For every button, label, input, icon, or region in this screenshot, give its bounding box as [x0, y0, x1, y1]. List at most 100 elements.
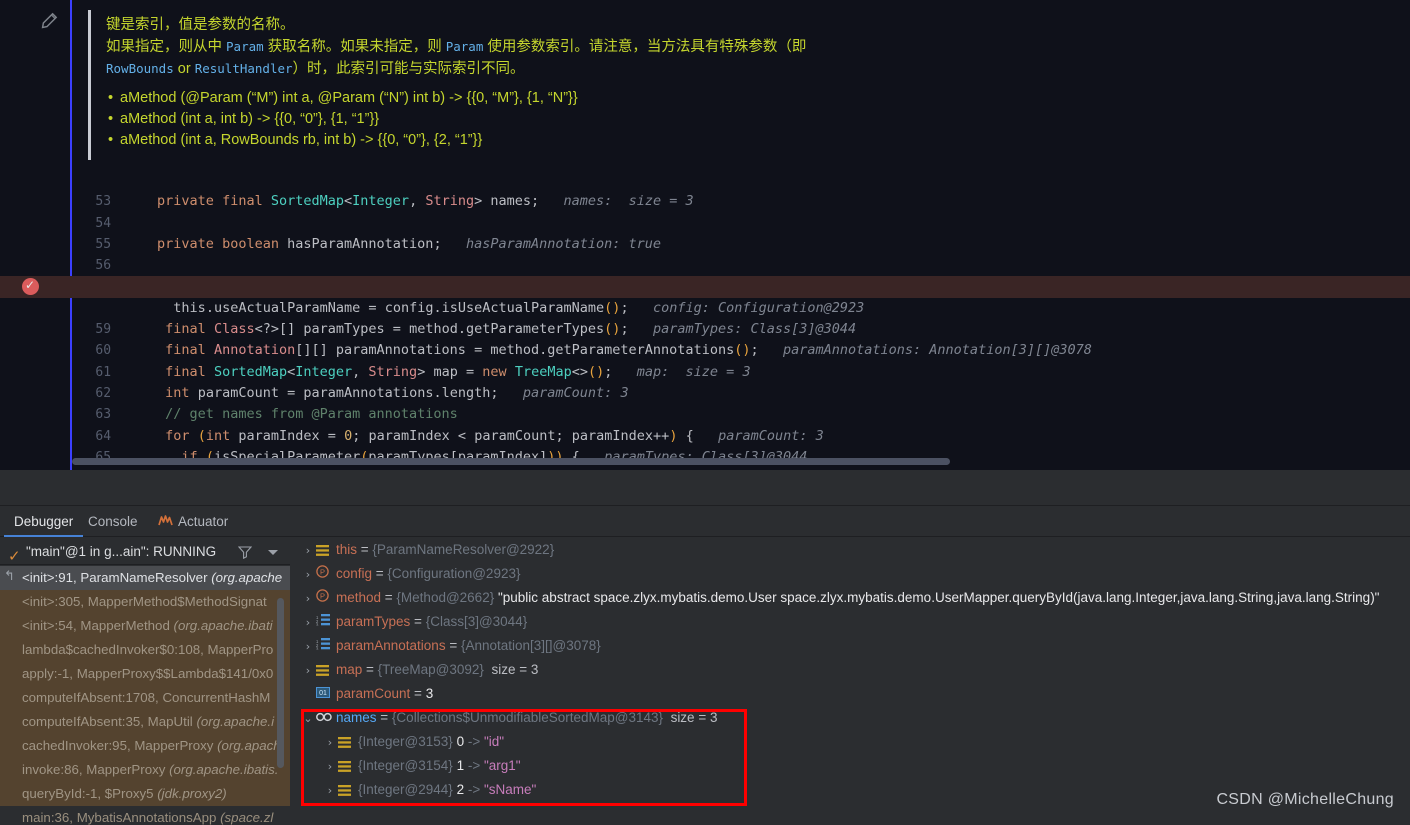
tab-debugger-label: Debugger [14, 514, 74, 529]
tab-console-label: Console [88, 514, 138, 529]
entry-value: "sName" [483, 782, 537, 797]
equals: = [445, 638, 461, 653]
variable-row-paramannotations[interactable]: › 1 2 3 paramAnnotations = {Annotation[3][]@… [290, 634, 1410, 658]
stack-frame-text: <init>:305, MapperMethod$MethodSignat [22, 594, 267, 609]
variable-row-paramtypes[interactable]: › 1 2 3 paramTypes = {Class[3]@3044} [290, 610, 1410, 634]
variable-row-map[interactable]: › map = {TreeMap@3092} size = 3 [290, 658, 1410, 682]
pencil-icon[interactable] [40, 12, 58, 30]
variables-pane[interactable]: › this = {ParamNameResolver@2922} › Pconfi… [290, 538, 1410, 825]
tab-debugger[interactable]: Debugger [4, 506, 84, 537]
filter-icon[interactable] [238, 545, 252, 559]
code-line-56[interactable]: 56 [0, 234, 1410, 273]
call-stack-list[interactable]: ↰ <init>:91, ParamNameResolver (org.apach… [0, 566, 290, 825]
javadoc-line-3: RowBounds or ResultHandler）时，此索引可能与实际索引不… [106, 58, 1066, 80]
chevron-right-icon[interactable]: › [300, 563, 316, 587]
list-item: aMethod (int a, int b) -> {{0, “0”}, {1,… [106, 109, 1066, 130]
variable-row-this[interactable]: › this = {ParamNameResolver@2922} [290, 538, 1410, 562]
code-line-57[interactable]: 57@public ParamNameResolver(Configuratio… [0, 255, 1410, 295]
variable-ref: {ParamNameResolver@2922} [372, 542, 555, 557]
stack-frame[interactable]: lambda$cachedInvoker$0:108, MapperPro [0, 638, 290, 662]
ide-window: 键是索引，值是参数的名称。 如果指定，则从中 Param 获取名称。如果未指定，… [0, 0, 1410, 825]
stack-frame[interactable]: computeIfAbsent:1708, ConcurrentHashM [0, 686, 290, 710]
stack-frame-text: main:36, MybatisAnnotationsApp [22, 810, 221, 825]
entry-ref: {Integer@2944} [358, 782, 453, 797]
chevron-right-icon[interactable]: › [300, 611, 316, 635]
javadoc-text: 键是索引，值是参数的名称。 如果指定，则从中 Param 获取名称。如果未指定，… [106, 15, 1066, 151]
javadoc-left-bar [88, 10, 91, 160]
stack-frame-pkg: (org.apach [217, 738, 281, 753]
javadoc-kw-rowbounds: RowBounds [106, 61, 174, 76]
variable-ref: {Configuration@2923} [387, 566, 521, 581]
variable-size: size = 3 [670, 710, 718, 725]
variable-row-names-child-1[interactable]: › {Integer@3154} 1 -> "arg1" [290, 754, 1410, 778]
variable-row-config[interactable]: › Pconfig = {Configuration@2923} [290, 562, 1410, 586]
variable-name: paramAnnotations [336, 638, 446, 653]
stack-frame-pkg: (org.apache.ibati [173, 618, 273, 633]
equals: = [376, 710, 392, 725]
frames-scrollbar[interactable] [277, 598, 284, 768]
stack-frame[interactable]: <init>:54, MapperMethod (org.apache.ibat… [0, 614, 290, 638]
chevron-right-icon[interactable]: › [300, 587, 316, 611]
variable-row-method[interactable]: › Pmethod = {Method@2662} "public abstrac… [290, 586, 1410, 610]
variable-name: this [336, 542, 358, 557]
code-line-53[interactable]: 53 private final SortedMap<Integer, Strin… [0, 170, 1410, 209]
svg-text:P: P [320, 592, 325, 601]
chevron-right-icon[interactable]: › [300, 635, 316, 659]
chevron-right-icon[interactable]: › [322, 779, 338, 803]
stack-frame[interactable]: computeIfAbsent:35, MapUtil (org.apache.… [0, 710, 290, 734]
debug-tabs: Debugger Console Actuator [0, 506, 1410, 537]
javadoc-kw-param-1: Param [226, 39, 264, 54]
stack-frame-selected[interactable]: ↰ <init>:91, ParamNameResolver (org.apach… [0, 566, 290, 590]
code-line-58[interactable]: this.useActualParamName = config.isUseAc… [0, 275, 1410, 316]
editor-horizontal-scrollbar[interactable] [72, 458, 950, 465]
variable-row-names-child-0[interactable]: › {Integer@3153} 0 -> "id" [290, 730, 1410, 754]
object-icon [338, 778, 358, 802]
variable-name: names [336, 710, 377, 725]
entry-value: "arg1" [483, 758, 521, 773]
chevron-down-icon[interactable]: ⌄ [300, 707, 316, 731]
javadoc-popup: 键是索引，值是参数的名称。 如果指定，则从中 Param 获取名称。如果未指定，… [88, 8, 1078, 166]
code-line-59[interactable]: 59 final Class<?>[] paramTypes = method.… [0, 298, 1410, 337]
variable-row-names[interactable]: ⌄ names = {Collections$UnmodifiableSorted… [290, 706, 1410, 730]
chevron-right-icon[interactable]: › [322, 755, 338, 779]
javadoc-l2a: 如果指定，则从中 [106, 39, 227, 55]
variable-row-paramcount[interactable]: 01 paramCount = 3 [290, 682, 1410, 706]
watermark: CSDN @MichelleChung [1216, 791, 1394, 808]
tab-actuator[interactable]: Actuator [148, 506, 238, 537]
chevron-right-icon[interactable]: › [322, 731, 338, 755]
tab-console[interactable]: Console [78, 506, 148, 537]
equals: = [362, 662, 378, 677]
code-line-62[interactable]: 62 int paramCount = paramAnnotations.len… [0, 362, 1410, 401]
variable-size: size = 3 [491, 662, 539, 677]
stack-frame[interactable]: apply:-1, MapperProxy$$Lambda$141/0x0 [0, 662, 290, 686]
param-icon: P [316, 586, 336, 610]
stack-frame[interactable]: invoke:86, MapperProxy (org.apache.ibati… [0, 758, 290, 782]
javadoc-l2c: 使用参数索引。请注意，当方法具有特殊参数（即 [483, 39, 807, 55]
chevron-right-icon[interactable]: › [300, 659, 316, 683]
code-lines[interactable]: 53 private final SortedMap<Integer, Strin… [0, 170, 1410, 465]
code-line-64[interactable]: 64 for (int paramIndex = 0; paramIndex <… [0, 404, 1410, 444]
equals: = [381, 590, 397, 605]
code-line-63[interactable]: 63 // get names from @Param annotations [0, 383, 1410, 422]
svg-text:3: 3 [316, 623, 319, 627]
breakpoint-icon[interactable] [22, 275, 39, 297]
object-icon [338, 754, 358, 778]
chevron-right-icon[interactable]: › [300, 539, 316, 563]
code-line-61[interactable]: 61 final SortedMap<Integer, String> map … [0, 340, 1410, 380]
variable-ref: {Collections$UnmodifiableSortedMap@3143} [391, 710, 664, 725]
stack-frame[interactable]: queryById:-1, $Proxy5 (jdk.proxy2) [0, 782, 290, 806]
stack-frame[interactable]: <init>:305, MapperMethod$MethodSignat [0, 590, 290, 614]
code-line-60[interactable]: 60 final Annotation[][] paramAnnotations… [0, 319, 1410, 358]
code-line-54[interactable]: 54 [0, 191, 1410, 231]
object-icon [316, 538, 336, 562]
code-line-55[interactable]: 55 private boolean hasParamAnnotation; ha… [0, 213, 1410, 252]
code-editor[interactable]: 键是索引，值是参数的名称。 如果指定，则从中 Param 获取名称。如果未指定，… [0, 0, 1410, 470]
chevron-down-icon[interactable] [268, 550, 278, 555]
stack-frame[interactable]: cachedInvoker:95, MapperProxy (org.apach [0, 734, 290, 758]
debug-tool-window: Debugger Console Actuator ✓ "main"@1 in … [0, 506, 1410, 825]
javadoc-line-1: 键是索引，值是参数的名称。 [106, 17, 295, 33]
code-line-65[interactable]: 65 if (isSpecialParameter(paramTypes[par… [0, 426, 1410, 465]
stack-frame[interactable]: main:36, MybatisAnnotationsApp (space.zl [0, 806, 290, 825]
thread-selector[interactable]: ✓ "main"@1 in g...ain": RUNNING [0, 538, 290, 565]
object-icon [316, 658, 336, 682]
